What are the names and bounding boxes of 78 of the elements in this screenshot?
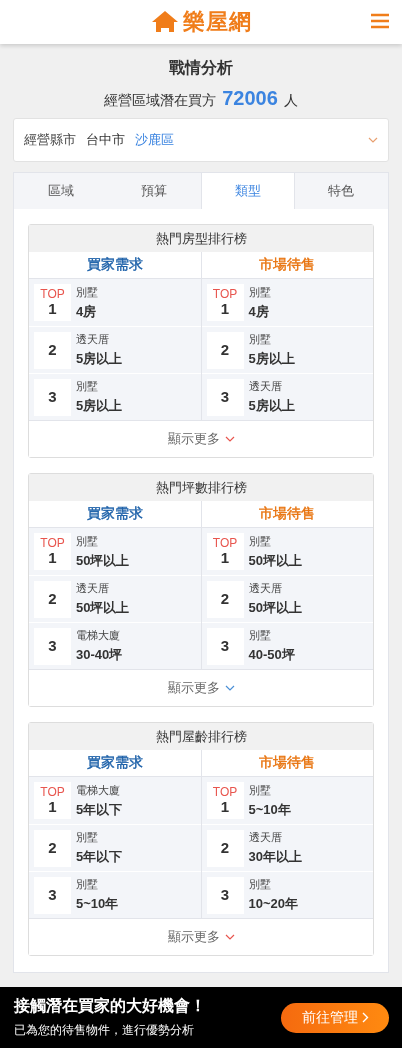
property-type: 別墅 <box>248 782 272 798</box>
ranking-value: 40-50坪 <box>248 646 295 664</box>
menu-icon[interactable] <box>371 13 389 29</box>
rank-number: 2 <box>220 590 230 608</box>
property-type: 別墅 <box>76 533 99 549</box>
rank-number: 3 <box>48 637 57 655</box>
summary-unit: 人 <box>283 92 298 110</box>
ranking-value: 50坪以上 <box>76 551 130 570</box>
rank-number: 3 <box>48 388 57 406</box>
property-type: 別墅 <box>76 284 98 300</box>
tab[interactable]: 類型 <box>201 173 295 209</box>
top-label: TOP <box>40 536 65 550</box>
chevron-right-icon <box>361 1012 369 1023</box>
ranking-value: 50坪以上 <box>76 599 130 617</box>
rank-number: 3 <box>220 886 230 904</box>
top-label: TOP <box>40 785 65 799</box>
rank-number: 2 <box>220 839 230 857</box>
property-type: 透天厝 <box>248 830 283 845</box>
rank-number: 3 <box>220 388 230 406</box>
card-title: 熱門屋齡排行榜 <box>29 723 373 750</box>
property-type: 別墅 <box>248 284 271 300</box>
ranking-value: 5~10年 <box>76 895 119 913</box>
property-type: 透天厝 <box>248 581 283 596</box>
property-type: 電梯大廈 <box>76 628 121 643</box>
ranking-value: 5年以下 <box>76 800 123 819</box>
banner-subline: 已為您的待售物件，進行優勢分析 <box>14 1022 195 1039</box>
top-label: TOP <box>212 287 238 301</box>
property-type: 別墅 <box>76 877 99 892</box>
ranking-value: 5房以上 <box>248 350 295 368</box>
ranking-value: 4房 <box>76 302 98 321</box>
ranking-value: 10~20年 <box>248 895 298 913</box>
chevron-down-icon <box>368 137 378 143</box>
property-type: 透天厝 <box>76 581 110 596</box>
ranking-value: 4房 <box>248 302 270 321</box>
rank-number: 1 <box>48 300 57 318</box>
banner-headline: 接觸潛在買家的大好機會！ <box>14 996 207 1016</box>
property-type: 別墅 <box>248 332 272 347</box>
ranking-value: 30-40坪 <box>76 646 123 664</box>
rank-number: 2 <box>48 839 57 857</box>
property-type: 別墅 <box>248 533 272 549</box>
property-type: 電梯大廈 <box>76 782 121 798</box>
top-label: TOP <box>40 287 65 301</box>
property-type: 別墅 <box>76 830 99 845</box>
rank-number: 2 <box>220 341 230 359</box>
ranking-value: 5房以上 <box>76 397 123 415</box>
ranking-value: 5房以上 <box>248 397 295 415</box>
rank-number: 3 <box>220 637 230 655</box>
card-title: 熱門坪數排行榜 <box>29 474 373 501</box>
top-label: TOP <box>212 785 238 799</box>
rank-number: 1 <box>48 798 57 816</box>
ranking-value: 50坪以上 <box>248 551 302 570</box>
property-type: 別墅 <box>248 628 272 643</box>
property-type: 透天厝 <box>248 379 283 394</box>
rank-number: 2 <box>48 590 57 608</box>
ranking-value: 5年以下 <box>76 848 123 866</box>
tab[interactable]: 區域 <box>14 173 108 209</box>
property-type: 別墅 <box>76 379 99 394</box>
area-selector[interactable]: 經營縣市 台中市 沙鹿區 <box>13 118 389 162</box>
rank-number: 3 <box>48 886 57 904</box>
rank-number: 1 <box>220 300 230 318</box>
property-type: 透天厝 <box>76 332 110 347</box>
rank-number: 1 <box>220 798 230 816</box>
tab[interactable]: 預算 <box>107 173 201 209</box>
card-title: 熱門房型排行榜 <box>29 225 373 252</box>
rank-number: 1 <box>220 549 230 567</box>
ranking-value: 30年以上 <box>248 848 302 866</box>
buyer-count: 72006 <box>222 87 278 110</box>
rank-number: 2 <box>48 341 57 359</box>
rank-number: 1 <box>48 549 57 567</box>
page-title: 戰情分析 <box>168 58 234 78</box>
ranking-value: 5~10年 <box>248 800 291 819</box>
ranking-value: 5房以上 <box>76 350 123 368</box>
top-label: TOP <box>212 536 238 550</box>
property-type: 別墅 <box>248 877 272 892</box>
tab[interactable]: 特色 <box>294 173 388 209</box>
ranking-value: 50坪以上 <box>248 599 302 617</box>
house-logo-icon <box>150 10 179 34</box>
summary-label: 經營區域潛在買方 <box>104 92 217 110</box>
